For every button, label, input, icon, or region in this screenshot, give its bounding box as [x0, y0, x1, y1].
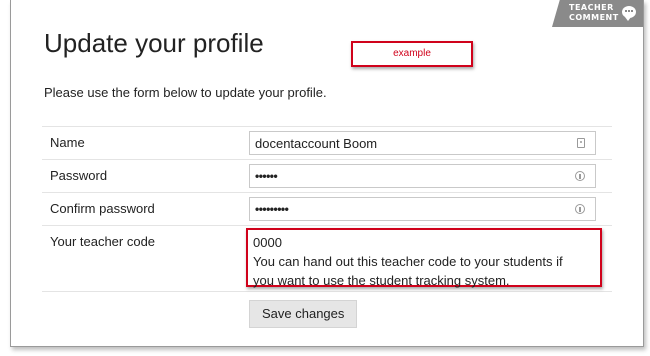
teacher-code-box: 0000 You can hand out this teacher code …: [246, 228, 602, 288]
page-title: Update your profile: [44, 28, 264, 58]
profile-panel: Update your profile example TEACHER COMM…: [10, 0, 644, 347]
save-changes-button[interactable]: Save changes: [249, 300, 358, 328]
speech-bubble-icon: [622, 6, 636, 21]
intro-text: Please use the form below to update your…: [44, 85, 327, 100]
tab-label-line2: COMMENT: [569, 13, 619, 22]
password-field[interactable]: ••••••: [249, 164, 596, 188]
form-row-name: Name docentaccount Boom: [42, 126, 612, 160]
key-icon: [575, 171, 585, 181]
tab-corner: [643, 0, 644, 6]
tab-label-line1: TEACHER: [569, 3, 614, 12]
form-row-code: Your teacher code 0000 You can hand out …: [42, 225, 612, 292]
teacher-code-value: 0000: [253, 235, 282, 250]
contact-card-icon: [577, 138, 585, 148]
profile-form: Name docentaccount Boom Password •••••• …: [42, 126, 612, 332]
name-value: docentaccount Boom: [255, 136, 378, 151]
teacher-code-hint-line2: you want to use the student tracking sys…: [253, 273, 510, 288]
example-annotation: example: [351, 41, 473, 67]
password-label: Password: [42, 159, 249, 193]
confirm-password-label: Confirm password: [42, 192, 249, 226]
password-value: ••••••: [255, 169, 278, 183]
name-field[interactable]: docentaccount Boom: [249, 131, 596, 155]
name-label: Name: [42, 126, 249, 160]
form-row-confirm: Confirm password •••••••••: [42, 192, 612, 226]
form-row-password: Password ••••••: [42, 159, 612, 193]
confirm-password-field[interactable]: •••••••••: [249, 197, 596, 221]
teacher-code-label: Your teacher code: [42, 225, 249, 292]
teacher-code-hint-line1: You can hand out this teacher code to yo…: [253, 254, 563, 269]
teacher-comment-tab[interactable]: TEACHER COMMENT: [552, 0, 644, 27]
confirm-password-value: •••••••••: [255, 202, 289, 216]
form-row-actions: Save changes: [42, 291, 612, 332]
key-icon: [575, 204, 585, 214]
